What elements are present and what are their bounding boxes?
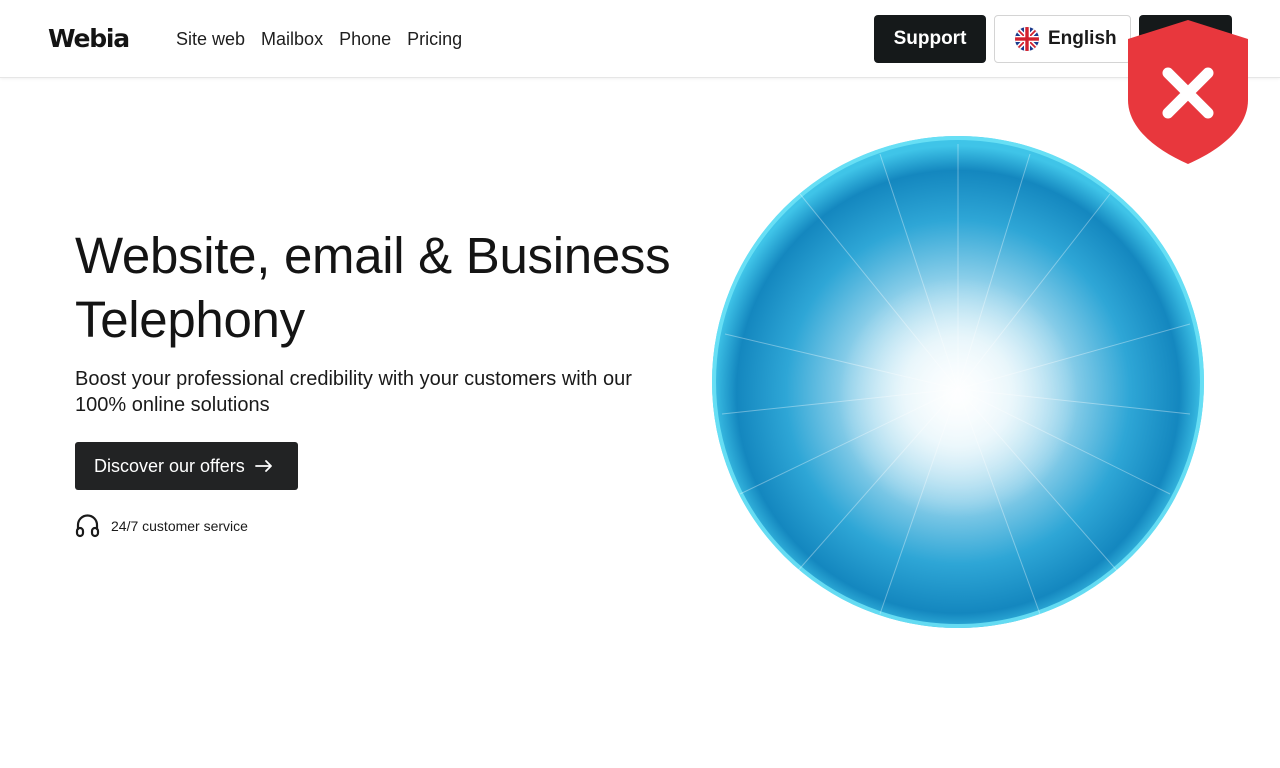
customer-service-note: 24/7 customer service (75, 513, 248, 538)
nav-item-pricing[interactable]: Pricing (407, 27, 462, 51)
webia-logo[interactable]: Webia (48, 22, 130, 56)
headset-icon (75, 514, 100, 538)
discover-offers-button[interactable]: Discover our offers (75, 442, 298, 490)
glowing-sphere-image (712, 136, 1204, 628)
language-label: English (1048, 28, 1117, 49)
customer-service-label: 24/7 customer service (111, 517, 248, 534)
hero-title: Website, email & Business Telephony (75, 227, 671, 348)
arrow-right-icon (254, 460, 272, 472)
hero-subtitle: Boost your professional credibility with… (75, 368, 632, 416)
language-selector[interactable]: English (994, 15, 1131, 63)
nav-item-site-web[interactable]: Site web (176, 27, 245, 51)
site-header: Webia Site web Mailbox Phone Pricing Sup… (0, 0, 1280, 78)
support-button[interactable]: Support (874, 15, 986, 63)
discover-offers-label: Discover our offers (94, 455, 245, 476)
nav-item-phone[interactable]: Phone (339, 27, 391, 51)
main-nav: Site web Mailbox Phone Pricing (176, 27, 462, 51)
uk-flag-icon (1015, 27, 1039, 51)
nav-item-mailbox[interactable]: Mailbox (261, 27, 323, 51)
